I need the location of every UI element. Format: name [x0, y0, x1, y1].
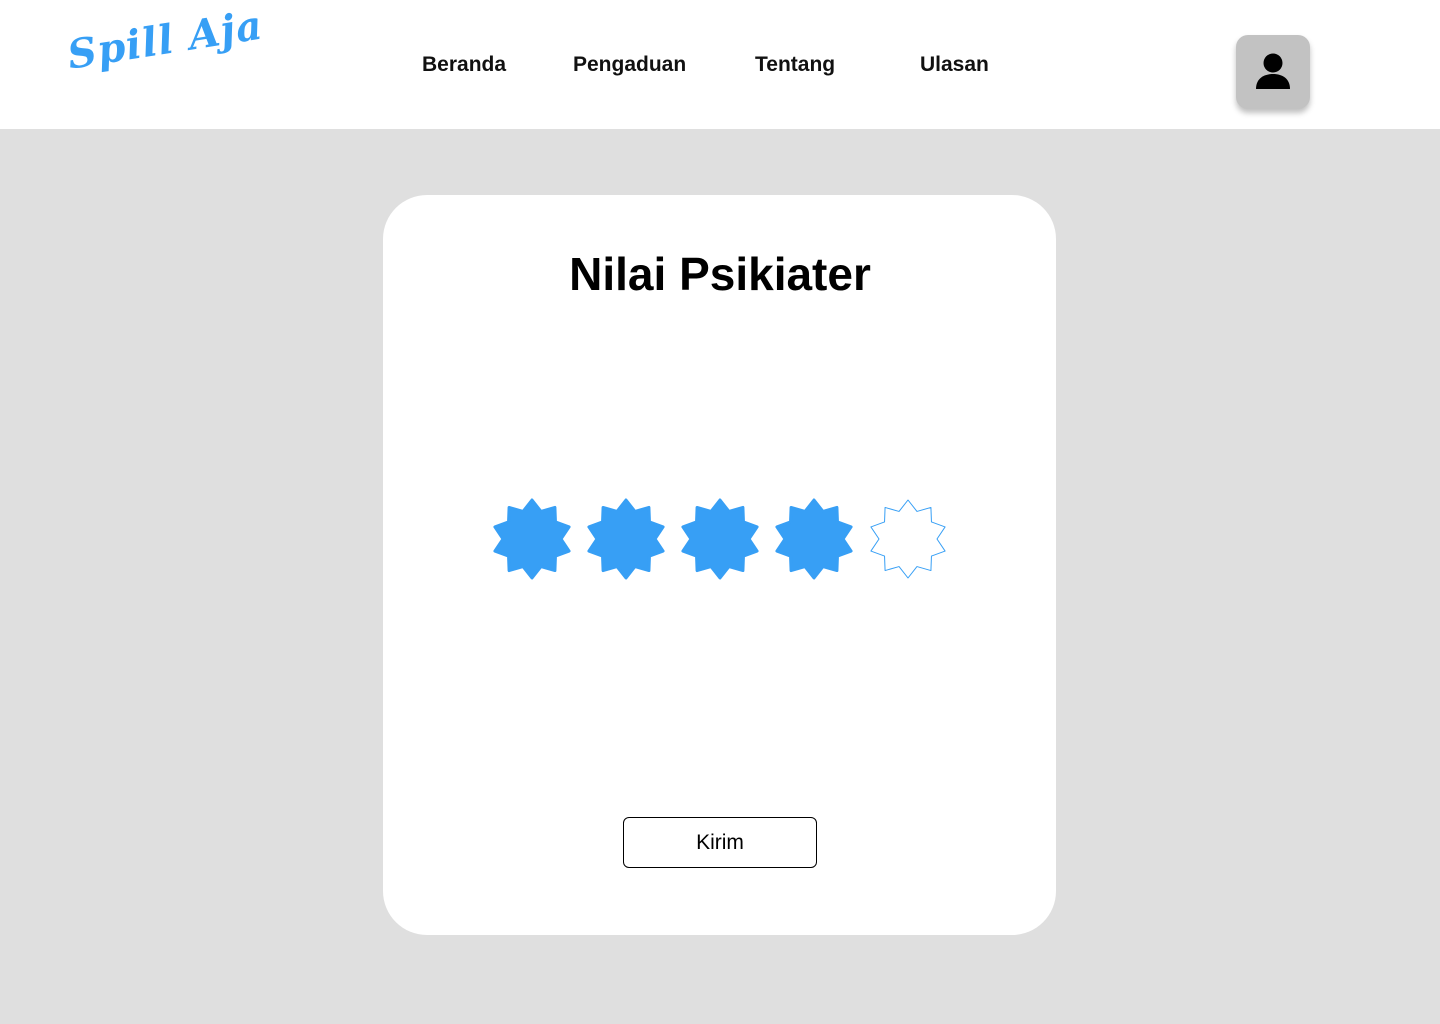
nav-link-beranda[interactable]: Beranda	[422, 52, 506, 78]
submit-button[interactable]: Kirim	[623, 817, 817, 868]
nav-link-ulasan[interactable]: Ulasan	[920, 52, 989, 78]
star-5-icon[interactable]	[868, 497, 948, 581]
nav-link-tentang[interactable]: Tentang	[755, 52, 835, 78]
star-rating[interactable]	[0, 497, 1440, 581]
top-navbar: Spill Aja Beranda Pengaduan Tentang Ulas…	[0, 0, 1440, 129]
star-1-icon[interactable]	[492, 497, 572, 581]
logo[interactable]: Spill Aja	[64, 2, 266, 79]
profile-button[interactable]	[1236, 35, 1310, 109]
star-2-icon[interactable]	[586, 497, 666, 581]
star-3-icon[interactable]	[680, 497, 760, 581]
card-title: Nilai Psikiater	[569, 248, 871, 300]
star-4-icon[interactable]	[774, 497, 854, 581]
user-icon	[1256, 53, 1290, 89]
nav-link-pengaduan[interactable]: Pengaduan	[573, 52, 686, 78]
